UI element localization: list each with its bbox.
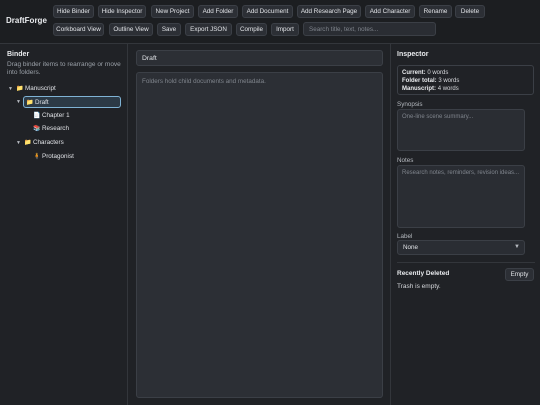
binder-item-label: Research (42, 125, 69, 132)
synopsis-field[interactable] (397, 109, 525, 151)
inspector-title: Inspector (397, 51, 429, 58)
trash-status: Trash is empty. (397, 283, 441, 290)
synopsis-label: Synopsis (397, 101, 423, 108)
chevron-down-icon[interactable]: ▼ (16, 140, 24, 146)
notes-label: Notes (397, 157, 414, 164)
binder-item-chapter-1[interactable]: 📄 Chapter 1 (33, 110, 70, 121)
editor-panel (128, 44, 390, 405)
binder-item-label: Characters (33, 139, 64, 146)
folder-word-count: Folder total: 3 words (402, 78, 460, 84)
binder-item-research[interactable]: 📚 Research (33, 123, 69, 134)
new-project-button[interactable]: New Project (151, 5, 194, 18)
search-input[interactable] (303, 22, 436, 36)
save-button[interactable]: Save (157, 23, 181, 36)
notes-field[interactable] (397, 165, 525, 228)
document-body-editor[interactable] (136, 72, 383, 398)
delete-button[interactable]: Delete (455, 5, 485, 18)
binder-item-protagonist[interactable]: 🧍 Protagonist (33, 151, 74, 162)
label-field-label: Label (397, 233, 413, 240)
export-json-button[interactable]: Export JSON (185, 23, 232, 36)
research-icon: 📚 (33, 126, 41, 132)
add-document-button[interactable]: Add Document (242, 5, 293, 18)
binder-panel: Binder Drag binder items to rearrange or… (0, 44, 128, 405)
chevron-down-icon[interactable]: ▼ (16, 99, 24, 105)
empty-trash-button[interactable]: Empty (505, 268, 534, 281)
divider (397, 262, 535, 263)
chevron-down-icon: ▼ (514, 244, 520, 250)
import-button[interactable]: Import (271, 23, 299, 36)
add-research-page-button[interactable]: Add Research Page (297, 5, 361, 18)
folder-icon: 📁 (26, 99, 34, 106)
document-title-input[interactable] (136, 50, 383, 66)
binder-item-label: Draft (35, 98, 49, 106)
binder-item-label: Manuscript (25, 85, 56, 92)
inspector-panel: Inspector Current: 0 words Folder total:… (390, 44, 540, 405)
character-icon: 🧍 (33, 154, 41, 160)
add-character-button[interactable]: Add Character (365, 5, 415, 18)
binder-item-characters[interactable]: ▼ 📁 Characters (16, 137, 64, 148)
binder-hint: Drag binder items to rearrange or move i… (7, 61, 121, 76)
binder-item-draft[interactable]: 📁 Draft (23, 96, 121, 108)
binder-title: Binder (7, 51, 30, 58)
outline-view-button[interactable]: Outline View (109, 23, 153, 36)
label-select-value: None (403, 244, 419, 251)
chevron-down-icon[interactable]: ▼ (8, 86, 16, 92)
binder-item-label: Protagonist (42, 153, 74, 160)
compile-button[interactable]: Compile (236, 23, 267, 36)
recently-deleted-title: Recently Deleted (397, 270, 450, 277)
word-count-stats: Current: 0 words Folder total: 3 words M… (397, 65, 534, 95)
rename-button[interactable]: Rename (419, 5, 452, 18)
app-title: DraftForge (6, 16, 47, 25)
manuscript-word-count: Manuscript: 4 words (402, 86, 459, 92)
toolbar: DraftForge Hide Binder Hide Inspector Ne… (0, 0, 540, 44)
hide-binder-button[interactable]: Hide Binder (53, 5, 94, 18)
binder-item-manuscript[interactable]: ▼ 📁 Manuscript (8, 83, 56, 94)
hide-inspector-button[interactable]: Hide Inspector (98, 5, 146, 18)
binder-item-label: Chapter 1 (42, 112, 70, 119)
corkboard-view-button[interactable]: Corkboard View (53, 23, 104, 36)
label-select[interactable]: None ▼ (397, 240, 525, 255)
add-folder-button[interactable]: Add Folder (198, 5, 238, 18)
folder-icon: 📁 (16, 86, 24, 92)
current-word-count: Current: 0 words (402, 70, 449, 76)
document-icon: 📄 (33, 113, 41, 119)
folder-icon: 📁 (24, 140, 32, 146)
